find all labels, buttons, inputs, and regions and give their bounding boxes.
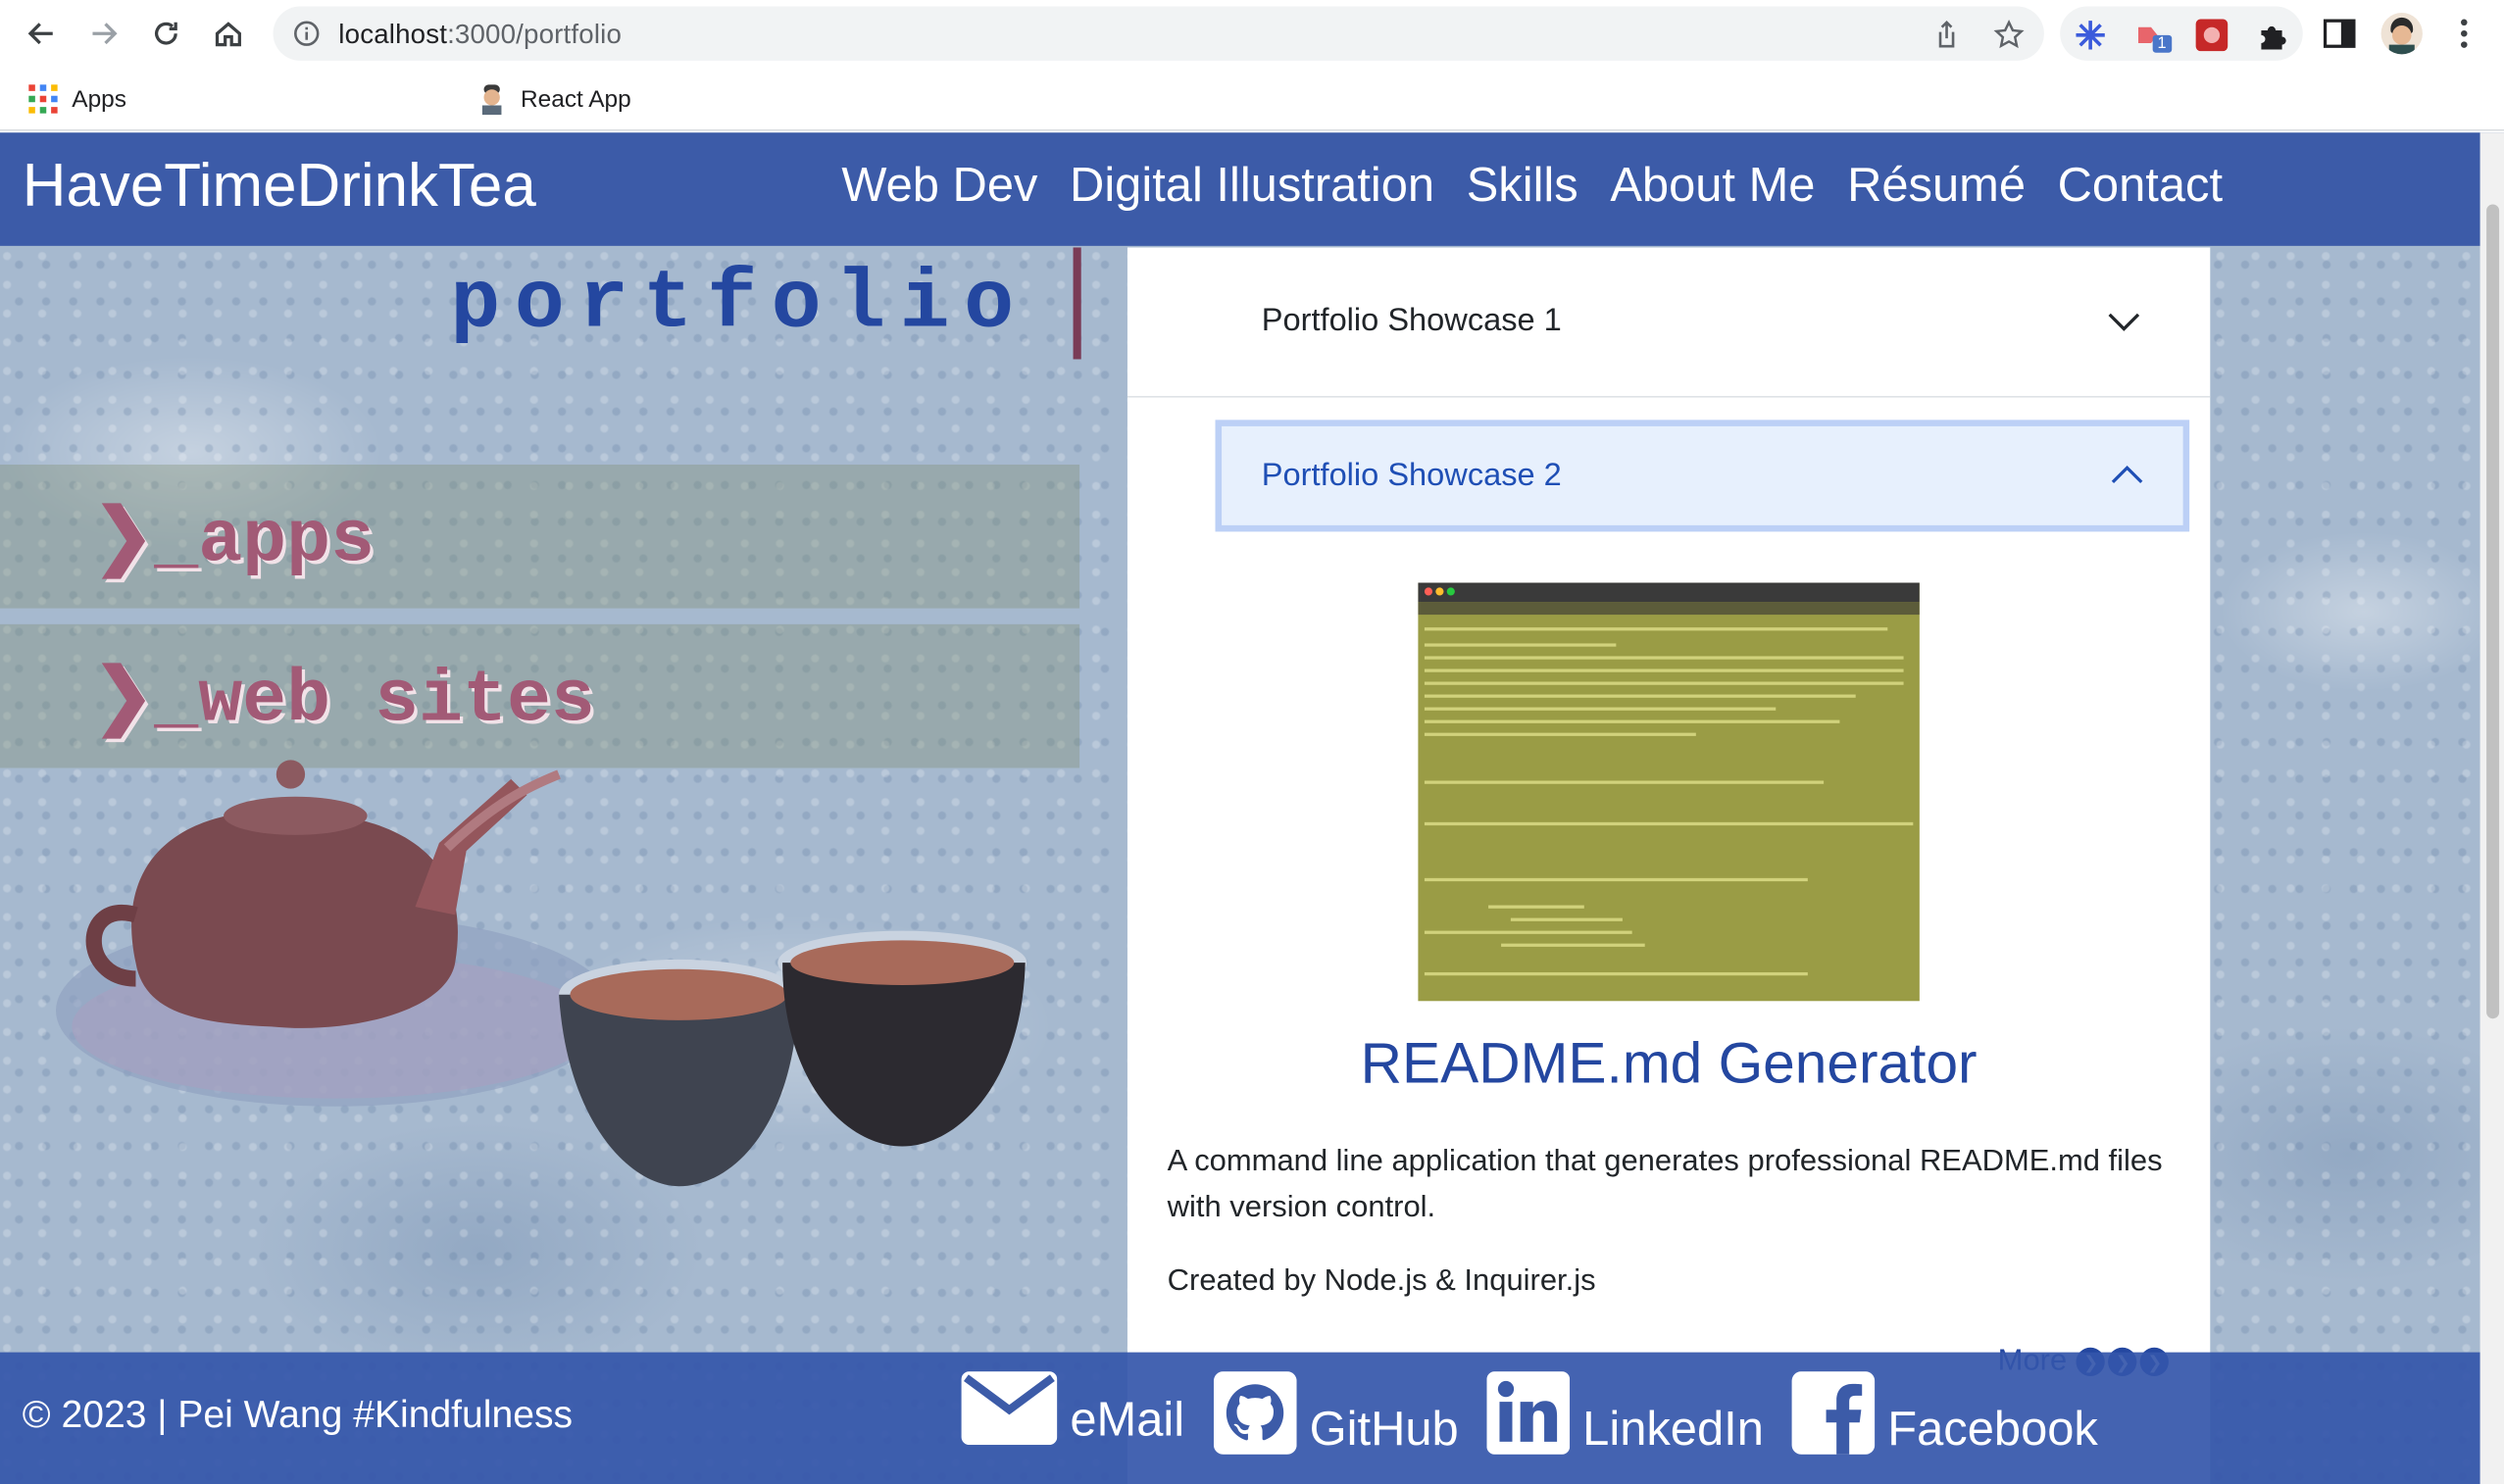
terminal-line bbox=[1424, 627, 1888, 631]
bookmark-apps[interactable]: Apps bbox=[27, 81, 126, 117]
scrollbar-thumb[interactable] bbox=[2486, 204, 2500, 1019]
terminal-line bbox=[1424, 719, 1840, 723]
puzzle-extensions-icon[interactable] bbox=[2255, 18, 2290, 53]
terminal-tabs bbox=[1418, 602, 1920, 616]
url-path: :3000/portfolio bbox=[447, 19, 623, 50]
terminal-line bbox=[1488, 905, 1584, 909]
red-extension-icon[interactable] bbox=[2194, 18, 2229, 53]
profile-avatar[interactable] bbox=[2380, 13, 2423, 55]
terminal-line bbox=[1501, 943, 1645, 947]
terminal-line bbox=[1424, 821, 1914, 826]
menu-item-apps[interactable]: ❯_apps bbox=[92, 492, 375, 583]
apps-grid-icon bbox=[28, 84, 58, 114]
nav-resume[interactable]: Résumé bbox=[1847, 160, 2026, 214]
envelope-icon bbox=[961, 1371, 1058, 1446]
extensions-group: 1 bbox=[2060, 6, 2303, 61]
terminal-line bbox=[1510, 917, 1623, 921]
footer-github-label: GitHub bbox=[1309, 1403, 1459, 1457]
nav-skills[interactable]: Skills bbox=[1467, 160, 1578, 214]
kebab-menu-icon[interactable] bbox=[2451, 16, 2477, 51]
terminal-line bbox=[1424, 668, 1904, 672]
home-button[interactable] bbox=[208, 13, 249, 54]
footer-linkedin-label: LinkedIn bbox=[1582, 1403, 1764, 1457]
profile-favicon-icon bbox=[481, 84, 502, 116]
back-button[interactable] bbox=[21, 13, 62, 54]
reload-button[interactable] bbox=[145, 13, 186, 54]
terminal-line bbox=[1424, 694, 1856, 698]
accordion-title-2: Portfolio Showcase 2 bbox=[1261, 458, 1562, 494]
hero-title: portfolio bbox=[450, 257, 1028, 352]
browser-toolbar: localhost:3000/portfolio 1 bbox=[0, 0, 2504, 68]
page-viewport: HaveTimeDrinkTea Web Dev Digital Illustr… bbox=[0, 132, 2504, 1484]
terminal-line bbox=[1424, 681, 1904, 685]
footer-linkedin-link[interactable]: LinkedIn bbox=[1486, 1371, 1764, 1457]
terminal-line bbox=[1424, 643, 1617, 647]
menu-item-web-sites[interactable]: ❯_web sites bbox=[92, 652, 594, 743]
nav-contact[interactable]: Contact bbox=[2058, 160, 2223, 214]
chevron-down-icon bbox=[2108, 313, 2140, 331]
accordion-header-1[interactable]: Portfolio Showcase 1 bbox=[1127, 247, 2211, 398]
bookmark-react-app-label: React App bbox=[520, 85, 631, 113]
terminal-line bbox=[1424, 656, 1904, 660]
reload-icon bbox=[155, 22, 177, 45]
terminal-line bbox=[1424, 732, 1696, 736]
forward-arrow-icon bbox=[92, 23, 118, 45]
terminal-titlebar bbox=[1418, 582, 1920, 603]
terminal-line bbox=[1424, 780, 1825, 784]
footer-facebook-label: Facebook bbox=[1887, 1403, 2098, 1457]
url-host: localhost bbox=[338, 19, 448, 50]
snowflake-extension-icon[interactable] bbox=[2073, 18, 2108, 53]
footer-email-link[interactable]: eMail bbox=[961, 1371, 1185, 1447]
flow-extension[interactable]: 1 bbox=[2133, 18, 2172, 53]
accordion-header-2[interactable]: Portfolio Showcase 2 bbox=[1215, 420, 2190, 532]
address-bar[interactable]: localhost:3000/portfolio bbox=[273, 6, 2044, 61]
project-description: A command line application that generate… bbox=[1167, 1144, 2163, 1225]
url-text: localhost:3000/portfolio bbox=[338, 20, 622, 52]
typing-caret bbox=[1073, 247, 1081, 360]
teapot-illustration bbox=[56, 760, 1027, 1187]
project-screenshot[interactable] bbox=[1418, 582, 1920, 1002]
facebook-icon bbox=[1791, 1371, 1876, 1455]
footer-email-label: eMail bbox=[1070, 1393, 1185, 1447]
nav-digital-illustration[interactable]: Digital Illustration bbox=[1070, 160, 1434, 214]
site-navbar: HaveTimeDrinkTea Web Dev Digital Illustr… bbox=[0, 132, 2504, 246]
bookmark-star-icon[interactable] bbox=[1993, 19, 2026, 52]
side-panel-icon[interactable] bbox=[2322, 16, 2357, 51]
forward-button[interactable] bbox=[83, 13, 125, 54]
linkedin-icon bbox=[1486, 1371, 1571, 1455]
site-brand[interactable]: HaveTimeDrinkTea bbox=[23, 153, 536, 222]
site-footer: © 2023 | Pei Wang #Kindfulness eMail Git… bbox=[0, 1352, 2504, 1484]
bookmark-apps-label: Apps bbox=[72, 85, 127, 113]
nav-about-me[interactable]: About Me bbox=[1610, 160, 1815, 214]
terminal-line bbox=[1424, 877, 1808, 882]
terminal-line bbox=[1424, 971, 1808, 976]
bookmarks-bar: Apps React App bbox=[0, 67, 2504, 182]
footer-github-link[interactable]: GitHub bbox=[1213, 1371, 1459, 1457]
terminal-line bbox=[1424, 930, 1632, 934]
github-icon bbox=[1213, 1371, 1297, 1455]
bookmark-react-app[interactable]: React App bbox=[476, 81, 631, 117]
accordion-title-1: Portfolio Showcase 1 bbox=[1261, 303, 1562, 339]
share-icon[interactable] bbox=[1930, 20, 1963, 52]
extension-badge: 1 bbox=[2152, 34, 2172, 53]
footer-facebook-link[interactable]: Facebook bbox=[1791, 1371, 2098, 1457]
nav-web-dev[interactable]: Web Dev bbox=[841, 160, 1037, 214]
terminal-line bbox=[1424, 707, 1777, 711]
chevron-up-icon bbox=[2111, 465, 2143, 484]
project-title[interactable]: README.md Generator bbox=[1127, 1030, 2210, 1097]
nav-links: Web Dev Digital Illustration Skills Abou… bbox=[841, 160, 2223, 214]
project-created-by: Created by Node.js & Inquirer.js bbox=[1167, 1264, 1596, 1299]
back-arrow-icon bbox=[27, 23, 53, 45]
info-icon[interactable] bbox=[292, 20, 321, 48]
home-icon bbox=[215, 22, 241, 47]
footer-copyright: © 2023 | Pei Wang #Kindfulness bbox=[22, 1393, 574, 1437]
portfolio-accordion: Portfolio Showcase 1 Portfolio Showcase … bbox=[1127, 247, 2211, 1484]
